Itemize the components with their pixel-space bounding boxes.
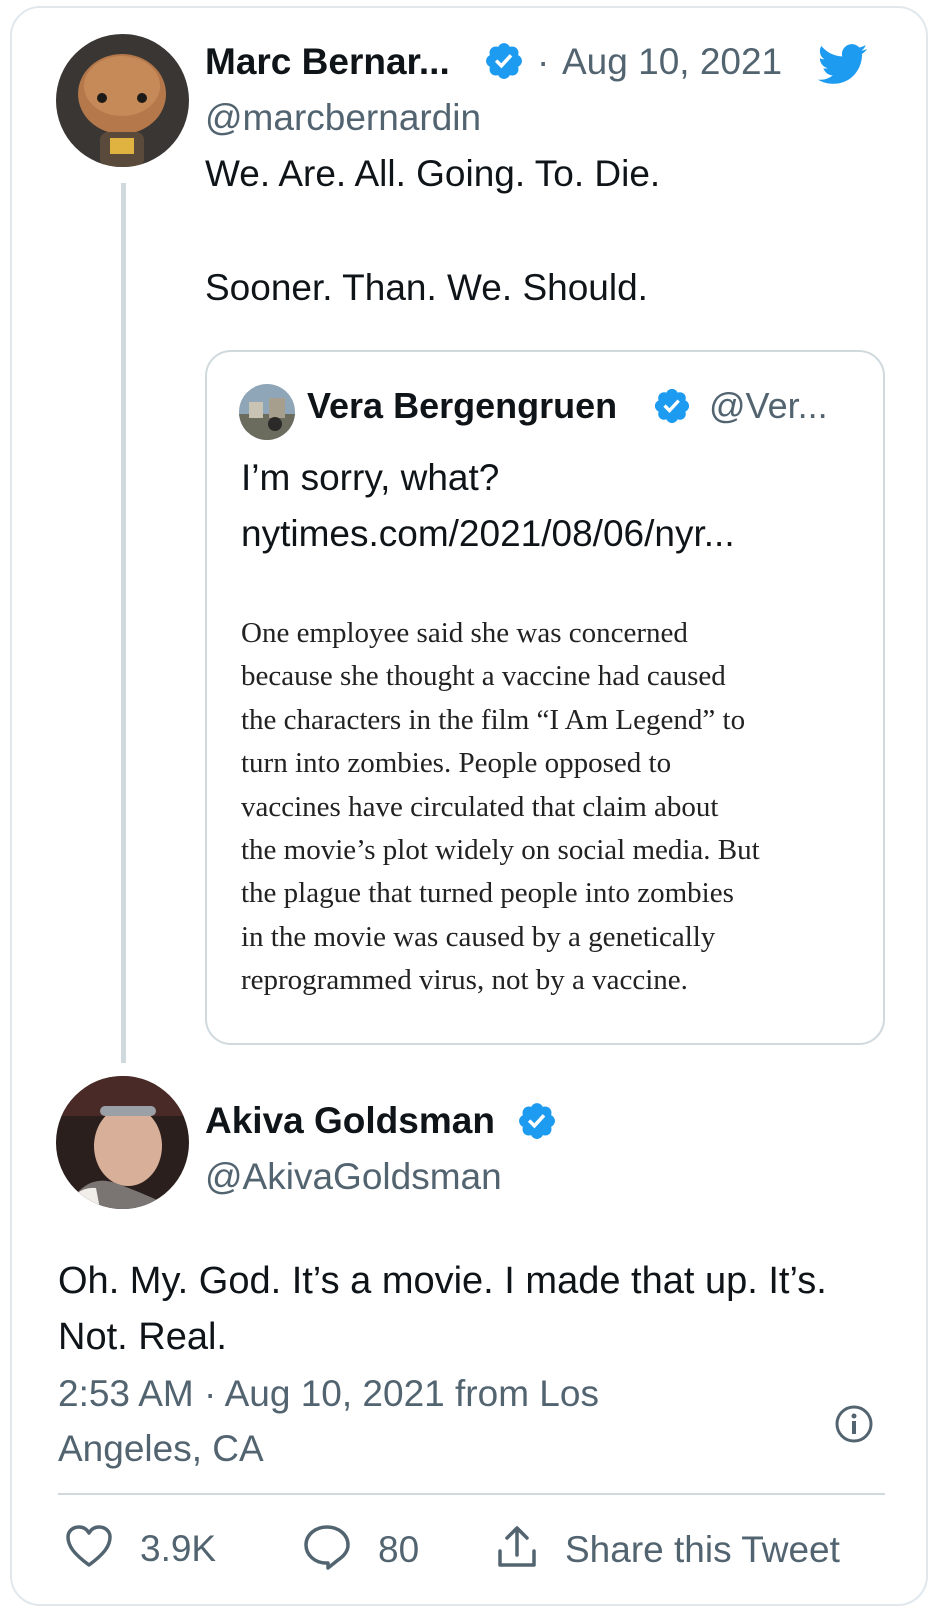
quoted-tweet[interactable]: Vera Bergengruen @Ver... I’m sorry, what… [205,350,885,1045]
share-label: Share this Tweet [565,1528,840,1570]
thread-connector-line [121,183,126,1063]
article-line: reprogrammed virus, not by a vaccine. [241,964,688,997]
tweet-text-line: We. Are. All. Going. To. Die. [205,153,661,194]
separator-dot: · [537,41,550,82]
tweet-text-line: Oh. My. God. It’s a movie. I made that u… [58,1260,827,1302]
avatar-vera-bergengruen [239,384,295,440]
share-upload-icon [495,1523,539,1576]
verified-badge-icon [516,1100,558,1147]
article-line: One employee said she was concerned [241,617,688,649]
tweet-timestamp-location: Angeles, CA [58,1428,264,1469]
like-count: 3.9K [140,1527,217,1569]
like-button[interactable]: 3.9K [64,1523,216,1574]
author-name[interactable]: Akiva Goldsman [205,1099,495,1143]
article-screenshot-excerpt: One employee said she was concerned beca… [241,612,851,1003]
divider [58,1493,885,1495]
quoted-tweet-text: I’m sorry, what? [241,457,500,498]
reply-bubble-icon [302,1523,352,1576]
quoted-tweet-link[interactable]: nytimes.com/2021/08/06/nyr... [241,512,735,556]
author-name[interactable]: Marc Bernar... [205,40,450,84]
quoted-author-name: Vera Bergengruen [307,385,618,426]
article-line: in the movie was caused by a genetically [241,920,716,953]
tweet-text-line: Not. Real. [58,1316,227,1358]
article-line: vaccines have circulated that claim abou… [241,790,719,823]
reply-count: 80 [378,1528,420,1570]
reply-button[interactable]: 80 [302,1523,419,1576]
author-handle[interactable]: @AkivaGoldsman [205,1155,502,1199]
info-icon[interactable] [834,1404,874,1449]
quoted-author-handle: @Ver... [709,385,828,426]
tweet-date[interactable]: Aug 10, 2021 [562,40,782,84]
article-line: the characters in the film “I Am Legend”… [241,703,746,736]
heart-icon [64,1523,114,1574]
share-button[interactable]: Share this Tweet [495,1523,840,1576]
article-line: turn into zombies. People opposed to [241,747,672,780]
tweet-text-line: Sooner. Than. We. Should. [205,267,648,308]
author-handle[interactable]: @marcbernardin [205,96,481,140]
avatar-marc-bernardin[interactable] [56,34,189,167]
article-line: because she thought a vaccine had caused [241,660,726,693]
article-line: the movie’s plot widely on social media.… [241,834,760,867]
tweet-timestamp-location[interactable]: 2:53 AM · Aug 10, 2021 from Los [58,1372,599,1416]
verified-badge-icon [483,40,525,87]
avatar-akiva-goldsman[interactable] [56,1076,189,1209]
article-line: the plague that turned people into zombi… [241,877,734,910]
twitter-bird-icon[interactable] [817,44,868,91]
verified-badge-icon [652,386,692,431]
